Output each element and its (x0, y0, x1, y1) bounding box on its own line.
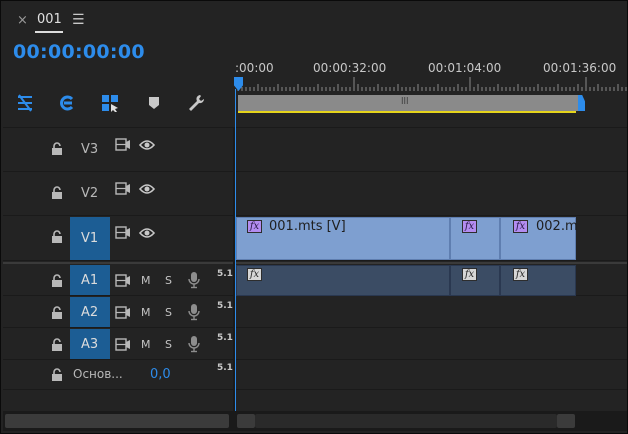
work-area-grip[interactable]: lll (401, 97, 409, 107)
sync-lock-icon-v1[interactable] (115, 226, 131, 242)
timeline-scrollbar-thumb[interactable] (255, 414, 557, 428)
lock-icon-master[interactable] (51, 368, 63, 385)
fx-badge[interactable]: fx (247, 220, 262, 233)
video-clip-002[interactable]: fx 002.m (500, 217, 578, 260)
sync-lock-icon-a1[interactable] (115, 274, 131, 290)
track-label-a1[interactable]: A1 (81, 273, 98, 288)
zoom-handle-right[interactable] (557, 414, 575, 428)
linked-selection-icon[interactable] (56, 92, 78, 114)
mute-button-a1[interactable]: M (141, 274, 151, 287)
audio-clip-001[interactable]: fx (236, 265, 450, 296)
zoom-handle-left[interactable] (237, 414, 255, 428)
fx-badge[interactable]: fx (513, 268, 528, 281)
playhead-line[interactable] (235, 89, 236, 411)
ruler-label-1: 00:00:32:00 (313, 61, 387, 75)
clip-name: 002.m (536, 219, 578, 234)
close-tab-icon[interactable]: × (17, 13, 28, 28)
fx-badge[interactable]: fx (462, 220, 477, 233)
track-label-v3[interactable]: V3 (81, 142, 98, 157)
audio-clip-middle[interactable]: fx (450, 265, 500, 296)
timeline-panel: × 001 ☰ 00:00:00:00:00:00 00:00:32:00 0… (0, 0, 628, 434)
solo-button-a2[interactable]: S (165, 306, 172, 319)
lock-icon-a1[interactable] (51, 274, 63, 291)
mute-button-a2[interactable]: M (141, 306, 151, 319)
snap-icon[interactable] (14, 92, 36, 114)
eye-icon-v2[interactable] (138, 183, 156, 198)
fx-badge[interactable]: fx (513, 220, 528, 233)
wrench-icon[interactable] (185, 92, 207, 114)
channel-format-a1: 5.1 (217, 269, 233, 279)
tab-active-indicator (35, 31, 63, 33)
marker-icon[interactable] (143, 92, 165, 114)
channel-format-a3: 5.1 (217, 333, 233, 343)
lock-icon-v3[interactable] (51, 142, 63, 159)
channel-format-master: 5.1 (217, 363, 233, 373)
sync-lock-icon-a2[interactable] (115, 306, 131, 322)
master-track-label[interactable]: Основ... (73, 367, 123, 381)
sequence-tab-title[interactable]: 001 (37, 12, 62, 27)
playhead-timecode[interactable]: 00:00:00:00 (13, 41, 145, 63)
sync-lock-icon-a3[interactable] (115, 338, 131, 354)
eye-icon-v1[interactable] (138, 227, 156, 242)
ruler-label-2: 00:01:04:00 (428, 61, 502, 75)
audio-clip-002[interactable]: fx (500, 265, 576, 296)
microphone-icon-a1[interactable] (188, 271, 200, 292)
time-ruler[interactable] (235, 77, 628, 91)
video-clip-001[interactable]: fx 001.mts [V] (236, 217, 450, 260)
ruler-label-0: :00:00 (235, 61, 274, 75)
solo-button-a1[interactable]: S (165, 274, 172, 287)
mute-button-a3[interactable]: M (141, 338, 151, 351)
video-clip-middle[interactable]: fx (450, 217, 500, 260)
fx-badge[interactable]: fx (247, 268, 262, 281)
microphone-icon-a3[interactable] (188, 335, 200, 356)
lock-icon-a2[interactable] (51, 306, 63, 323)
lock-icon-v1[interactable] (51, 230, 63, 247)
master-volume-value[interactable]: 0,0 (150, 367, 171, 382)
lock-icon-a3[interactable] (51, 338, 63, 355)
track-label-a3[interactable]: A3 (81, 337, 98, 352)
header-scrollbar-thumb[interactable] (5, 414, 229, 428)
work-area-line (238, 111, 576, 113)
track-label-a2[interactable]: A2 (81, 305, 98, 320)
fx-badge[interactable]: fx (462, 268, 477, 281)
panel-menu-icon[interactable]: ☰ (72, 12, 85, 28)
microphone-icon-a2[interactable] (188, 303, 200, 324)
eye-icon-v3[interactable] (138, 139, 156, 154)
track-label-v1[interactable]: V1 (81, 231, 98, 246)
ruler-label-3: 00:01:36:00 (543, 61, 617, 75)
add-marker-icon[interactable] (99, 92, 121, 114)
channel-format-a2: 5.1 (217, 301, 233, 311)
track-label-v2[interactable]: V2 (81, 186, 98, 201)
sync-lock-icon-v2[interactable] (115, 182, 131, 198)
solo-button-a3[interactable]: S (165, 338, 172, 351)
work-area-end-handle[interactable] (578, 95, 585, 111)
sync-lock-icon-v3[interactable] (115, 138, 131, 154)
lock-icon-v2[interactable] (51, 186, 63, 203)
clip-name: 001.mts [V] (269, 219, 346, 234)
